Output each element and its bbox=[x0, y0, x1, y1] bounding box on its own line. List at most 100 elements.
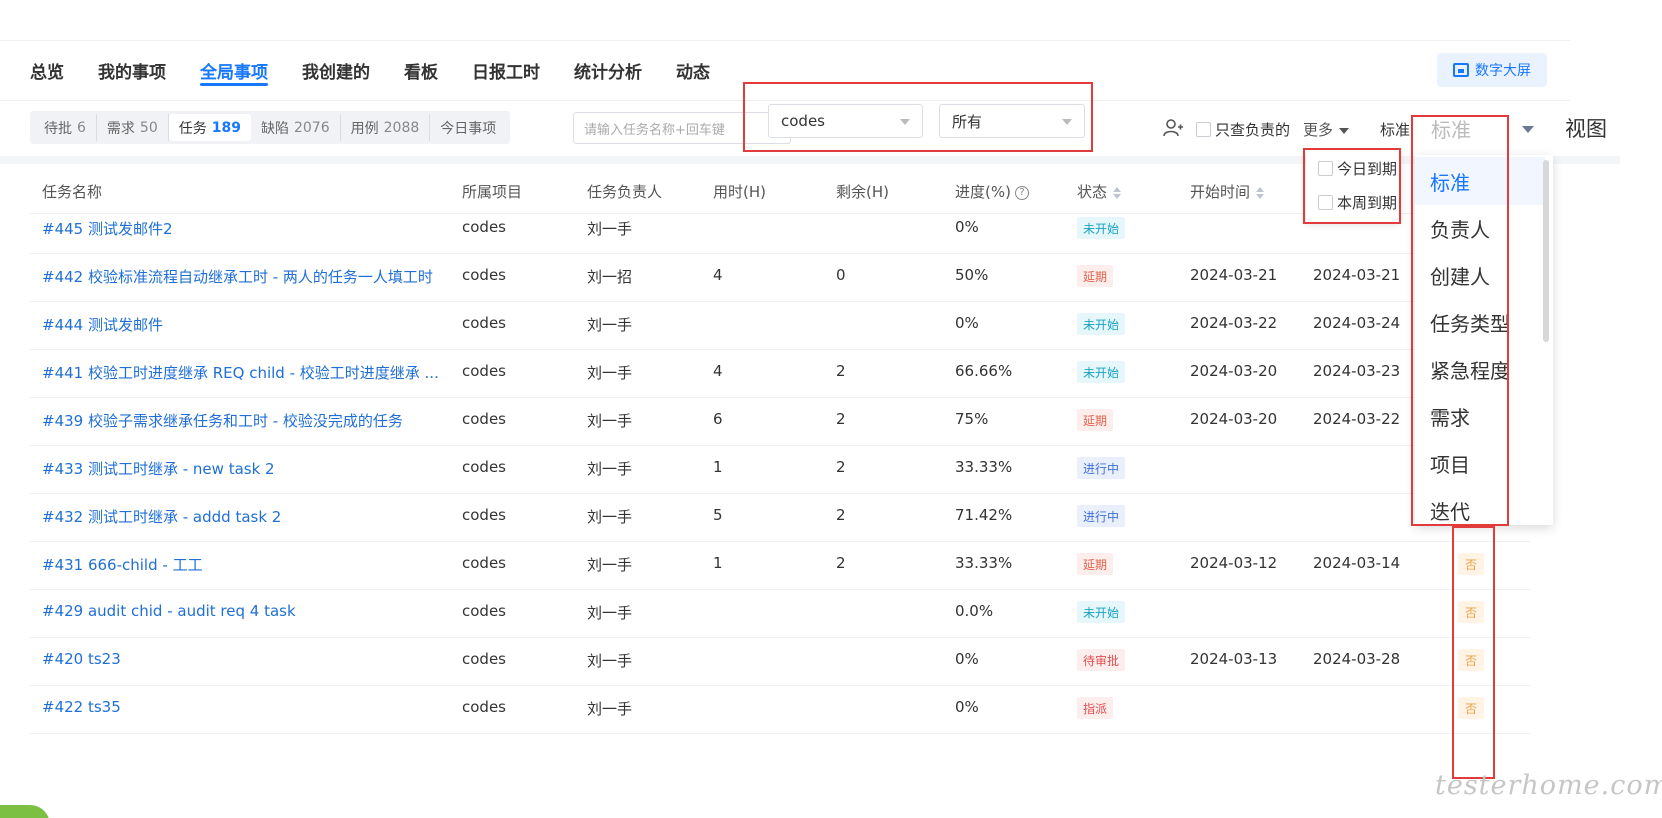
cell-project: codes bbox=[462, 554, 506, 572]
cell-owner: 刘一手 bbox=[587, 508, 633, 526]
table-row[interactable]: #439 校验子需求继承任务和工时 - 校验没完成的任务 codes 刘一手 6 2 75… bbox=[30, 395, 1530, 446]
person-add-icon[interactable] bbox=[1163, 118, 1183, 138]
chevron-down-icon bbox=[900, 119, 910, 125]
table-row[interactable]: #422 ts35 codes 刘一手 0% 指派否 bbox=[30, 683, 1530, 734]
col-header-start[interactable]: 开始时间 bbox=[1190, 181, 1265, 202]
table-row[interactable]: #441 校验工时进度继承 REQ child - 校验工时进度继承 ... co… bbox=[30, 347, 1530, 398]
status-badge: 未开始 bbox=[1077, 217, 1126, 239]
cell-name[interactable]: #439 校验子需求继承任务和工时 - 校验没完成的任务 bbox=[42, 410, 472, 431]
table-row[interactable]: #432 测试工时继承 - addd task 2 codes 刘一手 5 2 71.42… bbox=[30, 491, 1530, 542]
col-header-progress: 进度(%)? bbox=[955, 181, 1029, 202]
cell-project: codes bbox=[462, 314, 506, 332]
checkbox-box[interactable] bbox=[1196, 122, 1211, 137]
table-row[interactable]: #420 ts23 codes 刘一手 0% 2024-03-13 2024-03-28 待… bbox=[30, 635, 1530, 686]
project-select[interactable]: codes bbox=[768, 104, 923, 138]
cell-start: 2024-03-22 bbox=[1190, 314, 1278, 332]
type-tab-count: 2076 bbox=[293, 119, 330, 136]
big-screen-button[interactable]: 数字大屏 bbox=[1437, 53, 1547, 87]
table-row[interactable]: #431 666-child - 工工 codes 刘一手 1 2 33.33% 2024-… bbox=[30, 539, 1530, 590]
cell-owner: 刘一手 bbox=[587, 412, 633, 430]
cell-project: codes bbox=[462, 458, 506, 476]
cell-owner: 刘一手 bbox=[587, 604, 633, 622]
type-tab-label: 待批 bbox=[44, 120, 72, 137]
col-header-progress-label: 进度(%) bbox=[955, 183, 1011, 201]
cell-start: 2024-03-20 bbox=[1190, 410, 1278, 428]
nav-item[interactable]: 全局事项 bbox=[200, 58, 268, 88]
cell-end: 2024-03-23 bbox=[1313, 362, 1401, 380]
cell-owner: 刘一手 bbox=[587, 460, 633, 478]
std-label[interactable]: 标准 bbox=[1380, 119, 1410, 140]
table-row[interactable]: #442 校验标准流程自动继承工时 - 两人的任务一人填工时 codes 刘一招 4 0… bbox=[30, 251, 1530, 302]
cell-progress: 50% bbox=[955, 266, 989, 284]
type-tab-count: 50 bbox=[139, 119, 158, 136]
col-header-owner: 任务负责人 bbox=[587, 183, 663, 201]
cell-name[interactable]: #420 ts23 bbox=[42, 650, 472, 668]
type-tab-label: 需求 bbox=[106, 120, 135, 137]
sort-icon[interactable] bbox=[1113, 186, 1122, 199]
cell-project: codes bbox=[462, 266, 506, 284]
cell-start: 2024-03-12 bbox=[1190, 554, 1278, 572]
table-row[interactable]: #429 audit chid - audit req 4 task codes 刘… bbox=[30, 587, 1530, 638]
nav-item[interactable]: 总览 bbox=[30, 58, 64, 88]
cell-name[interactable]: #442 校验标准流程自动继承工时 - 两人的任务一人填工时 bbox=[42, 266, 472, 287]
cell-name[interactable]: #422 ts35 bbox=[42, 698, 472, 716]
big-screen-label: 数字大屏 bbox=[1475, 63, 1531, 79]
cell-name[interactable]: #441 校验工时进度继承 REQ child - 校验工时进度继承 ... bbox=[42, 362, 472, 383]
cell-name[interactable]: #432 测试工时继承 - addd task 2 bbox=[42, 506, 472, 527]
chevron-down-icon bbox=[1062, 119, 1072, 125]
decorative-leaf bbox=[0, 805, 50, 818]
cell-project: codes bbox=[462, 410, 506, 428]
cell-name[interactable]: #429 audit chid - audit req 4 task bbox=[42, 602, 472, 620]
status-badge: 未开始 bbox=[1077, 361, 1126, 383]
type-tab[interactable]: 缺陷 2076 bbox=[251, 114, 341, 141]
type-tab[interactable]: 需求 50 bbox=[97, 114, 169, 141]
cell-owner: 刘一手 bbox=[587, 364, 633, 382]
cell-progress: 0% bbox=[955, 698, 979, 716]
col-header-remain: 剩余(H) bbox=[836, 183, 889, 201]
nav-item[interactable]: 统计分析 bbox=[574, 58, 642, 88]
cell-used: 1 bbox=[713, 554, 723, 572]
cell-project: codes bbox=[462, 698, 506, 716]
cell-progress: 33.33% bbox=[955, 554, 1013, 572]
cell-end: 2024-03-14 bbox=[1313, 554, 1401, 572]
scope-select[interactable]: 所有 bbox=[939, 104, 1085, 138]
nav-item[interactable]: 日报工时 bbox=[472, 58, 540, 88]
type-tab-count: 189 bbox=[211, 119, 241, 136]
cell-used: 6 bbox=[713, 410, 723, 428]
cell-remain: 2 bbox=[836, 458, 846, 476]
cell-name[interactable]: #445 测试发邮件2 bbox=[42, 218, 472, 239]
cell-progress: 33.33% bbox=[955, 458, 1013, 476]
nav-item[interactable]: 我创建的 bbox=[302, 58, 370, 88]
status-badge: 指派 bbox=[1077, 697, 1114, 719]
chevron-down-icon[interactable] bbox=[1522, 126, 1534, 133]
cell-name[interactable]: #431 666-child - 工工 bbox=[42, 554, 472, 575]
only-mine-checkbox[interactable]: 只查负责的 bbox=[1196, 119, 1290, 140]
sort-icon[interactable] bbox=[1256, 186, 1265, 199]
type-tab[interactable]: 用例 2088 bbox=[341, 114, 431, 141]
type-tab[interactable]: 待批 6 bbox=[34, 114, 97, 141]
table-row[interactable]: #433 测试工时继承 - new task 2 codes 刘一手 1 2 33.33%… bbox=[30, 443, 1530, 494]
nav-item[interactable]: 我的事项 bbox=[98, 58, 166, 88]
table-row[interactable]: #444 测试发邮件 codes 刘一手 0% 2024-03-22 2024-03-24… bbox=[30, 299, 1530, 350]
cell-name[interactable]: #433 测试工时继承 - new task 2 bbox=[42, 458, 472, 479]
nav-item[interactable]: 看板 bbox=[404, 58, 438, 88]
annotation-box-view bbox=[1411, 115, 1509, 526]
more-dropdown[interactable]: 更多 bbox=[1303, 119, 1349, 140]
cell-end: 2024-03-24 bbox=[1313, 314, 1401, 332]
type-tab[interactable]: 今日事项 bbox=[430, 114, 506, 141]
type-tab-label: 任务 bbox=[178, 120, 207, 137]
top-divider bbox=[0, 40, 1570, 41]
cell-progress: 0% bbox=[955, 218, 979, 236]
col-header-status[interactable]: 状态 bbox=[1077, 181, 1122, 202]
type-tab[interactable]: 任务 189 bbox=[168, 114, 251, 141]
cell-name[interactable]: #444 测试发邮件 bbox=[42, 314, 472, 335]
col-header-name: 任务名称 bbox=[42, 183, 103, 201]
cell-start: 2024-03-20 bbox=[1190, 362, 1278, 380]
cell-owner: 刘一手 bbox=[587, 220, 633, 238]
dropdown-scrollbar[interactable] bbox=[1543, 160, 1549, 342]
search-placeholder: 请输入任务名称+回车键 bbox=[584, 122, 725, 138]
cell-project: codes bbox=[462, 218, 506, 236]
cell-used: 5 bbox=[713, 506, 723, 524]
nav-item[interactable]: 动态 bbox=[676, 58, 710, 88]
help-icon[interactable]: ? bbox=[1014, 185, 1029, 200]
